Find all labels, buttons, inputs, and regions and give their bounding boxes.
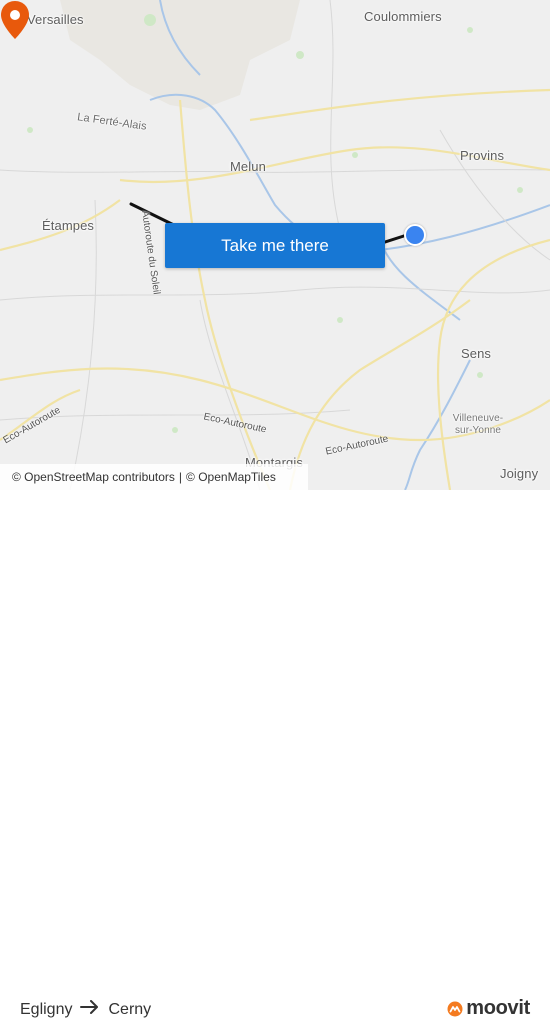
arrow-right-icon	[80, 1000, 100, 1019]
place-label-melun: Melun	[230, 159, 266, 174]
destination-dot-icon[interactable]	[404, 224, 426, 246]
moovit-wordmark: moovit	[466, 997, 530, 1019]
moovit-brand[interactable]: moovit	[447, 997, 530, 1020]
take-me-there-button[interactable]: Take me there	[165, 223, 385, 268]
place-label-sens: Sens	[461, 346, 492, 361]
openmaptiles-attribution-link[interactable]: © OpenMapTiles	[186, 470, 276, 484]
footer-bar: Egligny Cerny moovit	[0, 490, 550, 1019]
route-summary: Egligny Cerny	[20, 1000, 151, 1019]
route-origin: Egligny	[20, 1000, 73, 1018]
place-label-joigny: Joigny	[500, 466, 539, 481]
place-label-coulommiers: Coulommiers	[364, 9, 442, 24]
osm-attribution-link[interactable]: © OpenStreetMap contributors	[12, 470, 175, 484]
map-view[interactable]: Versailles Coulommiers La Ferté-Alais Me…	[0, 0, 550, 490]
attribution-separator: |	[178, 470, 183, 484]
place-label-provins: Provins	[460, 148, 505, 163]
map-attribution: © OpenStreetMap contributors | © OpenMap…	[0, 464, 308, 490]
place-label-villeneuve-sur-yonne: Villeneuve-sur-Yonne	[452, 413, 504, 436]
origin-pin-icon[interactable]	[0, 0, 30, 40]
moovit-logo-icon	[447, 1001, 463, 1016]
route-destination: Cerny	[108, 1000, 152, 1018]
place-label-etampes: Étampes	[42, 218, 95, 233]
place-label-versailles: Versailles	[27, 12, 84, 27]
